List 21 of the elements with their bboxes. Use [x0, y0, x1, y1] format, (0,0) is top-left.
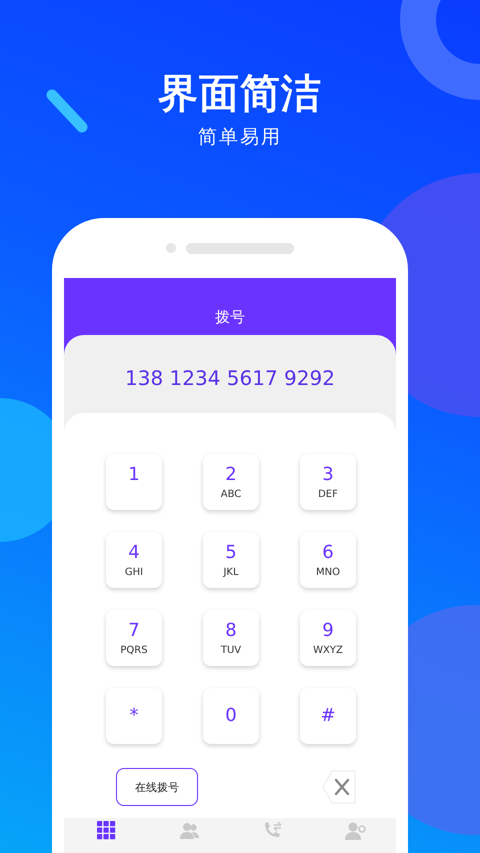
dial-key[interactable]: 7 PQRS	[106, 610, 162, 666]
dial-key[interactable]: #	[300, 688, 356, 744]
dial-key[interactable]: 0	[203, 688, 259, 744]
dial-key[interactable]: 5 JKL	[203, 532, 259, 588]
backspace-icon[interactable]	[322, 770, 357, 804]
dial-key[interactable]: 4 GHI	[106, 532, 162, 588]
dial-key[interactable]: 8 TUV	[203, 610, 259, 666]
dial-key[interactable]: *	[106, 688, 162, 744]
dial-key[interactable]: 1	[106, 454, 162, 510]
decor-stroke	[46, 89, 88, 133]
screen-title: 拨号	[215, 307, 245, 328]
phone-number: 138 1234 5617 9292	[125, 365, 335, 391]
dial-key[interactable]: 2 ABC	[203, 454, 259, 510]
subheadline: 简单易用	[198, 125, 282, 149]
headline: 界面简洁	[158, 70, 322, 118]
online-dial-button[interactable]: 在线拨号	[116, 768, 198, 806]
dial-key[interactable]: 6 MNO	[300, 532, 356, 588]
camera-dot	[166, 243, 176, 253]
dialpad-icon[interactable]	[94, 819, 116, 841]
dial-key[interactable]: 3 DEF	[300, 454, 356, 510]
dial-key[interactable]: 9 WXYZ	[300, 610, 356, 666]
